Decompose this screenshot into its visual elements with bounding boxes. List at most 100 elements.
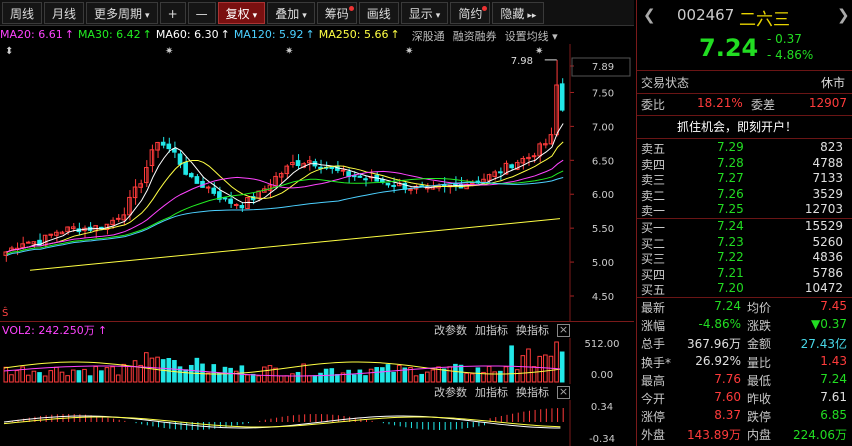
volume-bar (31, 370, 37, 383)
asks-row[interactable]: 卖三 7.27 7133 (637, 171, 852, 187)
bids-row[interactable]: 买二 7.23 5260 (637, 235, 852, 251)
event-marker-icon[interactable]: ⬍ (5, 46, 13, 57)
toolbar-item-5[interactable]: 复权 ▾ (217, 1, 266, 24)
toolbar-item-4[interactable]: — (187, 1, 216, 24)
candle[interactable] (25, 240, 31, 244)
ma-link-2[interactable]: 设置均线 ▾ (505, 28, 558, 44)
event-marker-icon[interactable]: ✷ (285, 46, 293, 57)
change-indicator-button[interactable]: 换指标 (516, 322, 549, 338)
close-icon[interactable]: × (557, 385, 570, 399)
candle[interactable] (262, 185, 267, 193)
bids-row[interactable]: 买三 7.22 4836 (637, 250, 852, 266)
candle[interactable] (160, 136, 166, 149)
candle[interactable] (402, 182, 408, 194)
candle[interactable] (245, 197, 250, 210)
candle[interactable] (149, 144, 155, 173)
candle[interactable] (172, 141, 177, 158)
event-marker-icon[interactable]: ✷ (405, 46, 413, 57)
candle[interactable] (385, 182, 391, 188)
chevron-left-icon[interactable]: ❮ (643, 6, 656, 24)
toolbar-item-6[interactable]: 叠加 ▾ (267, 1, 315, 24)
candle[interactable] (87, 222, 93, 233)
add-indicator-button[interactable]: 加指标 (475, 322, 508, 338)
candle[interactable] (233, 203, 239, 209)
candle[interactable] (498, 167, 503, 181)
toolbar-item-7[interactable]: 筹码 (316, 1, 357, 24)
macd-chart[interactable]: 0.34 -0.34 (0, 400, 634, 446)
candle[interactable] (537, 141, 543, 163)
candle[interactable] (340, 165, 346, 176)
toolbar-item-11[interactable]: 隐藏 ▸▸ (492, 1, 545, 24)
toolbar-item-1[interactable]: 月线 (44, 1, 85, 24)
candle[interactable] (48, 233, 54, 239)
candle[interactable] (144, 160, 149, 188)
asks-row[interactable]: 卖四 7.28 4788 (637, 156, 852, 172)
volume-bar (54, 366, 59, 383)
candle[interactable] (239, 202, 245, 212)
toolbar-item-10[interactable]: 简约 (450, 1, 491, 24)
candle[interactable] (82, 225, 87, 239)
toolbar-item-2[interactable]: 更多周期 ▾ (86, 1, 158, 24)
candle[interactable] (548, 127, 554, 145)
bids-row[interactable]: 买一 7.24 15529 (637, 219, 852, 235)
volume-bar (335, 374, 340, 383)
edit-params-button[interactable]: 改参数 (434, 322, 467, 338)
toolbar-item-label: 简约 (458, 6, 483, 21)
candle[interactable] (3, 250, 9, 262)
candle[interactable] (155, 141, 160, 158)
candle[interactable] (413, 184, 419, 194)
promo-banner[interactable]: 抓住机会，即刻开户！ (637, 118, 852, 136)
toolbar-item-label: 隐藏 (500, 6, 525, 21)
add-indicator-button-2[interactable]: 加指标 (475, 384, 508, 400)
edit-params-button-2[interactable]: 改参数 (434, 384, 467, 400)
ma-link-0[interactable]: 深股通 (412, 28, 445, 44)
candle[interactable] (54, 229, 59, 242)
candle[interactable] (200, 177, 205, 188)
candlestick-chart[interactable]: 7.89 7.50 7.00 6.50 6.00 5.50 5.00 4.50 ⬍ ✷ ✷ ✷ ✷ Ŝ 7.… (0, 44, 634, 321)
chevron-right-icon[interactable]: ❯ (837, 6, 850, 24)
candle[interactable] (290, 154, 295, 168)
candle[interactable] (194, 174, 200, 184)
candle[interactable] (295, 154, 301, 169)
candle[interactable] (278, 171, 284, 184)
candle[interactable] (481, 173, 486, 183)
candle[interactable] (115, 214, 121, 223)
ma-link-1[interactable]: 融资融券 (453, 28, 497, 44)
asks-row[interactable]: 卖一 7.25 12703 (637, 202, 852, 218)
asks-row[interactable]: 卖五 7.29 823 (637, 140, 852, 156)
candle[interactable] (183, 156, 188, 176)
close-icon[interactable]: × (557, 323, 570, 337)
toolbar-item-3[interactable]: + (159, 1, 186, 24)
candle[interactable] (374, 171, 380, 182)
candle[interactable] (329, 166, 335, 174)
candle[interactable] (363, 175, 368, 187)
volume-bar (413, 375, 419, 383)
candle[interactable] (59, 230, 65, 235)
volume-bar (559, 351, 565, 383)
toolbar-item-0[interactable]: 周线 (2, 1, 43, 24)
candle[interactable] (559, 78, 565, 112)
candle[interactable] (205, 185, 211, 194)
candle[interactable] (132, 179, 138, 205)
candle[interactable] (228, 191, 233, 208)
toolbar-item-9[interactable]: 显示 ▾ (400, 1, 449, 24)
toolbar-item-8[interactable]: 画线 (358, 1, 399, 24)
change-indicator-button-2[interactable]: 换指标 (516, 384, 549, 400)
volume-chart[interactable]: 512.00 0.00 (0, 338, 634, 384)
candle[interactable] (188, 172, 194, 179)
candle[interactable] (76, 222, 82, 236)
event-marker-icon[interactable]: ✷ (535, 46, 543, 57)
event-marker-icon[interactable]: ✷ (165, 46, 173, 57)
asks-row[interactable]: 卖二 7.26 3529 (637, 187, 852, 203)
candle[interactable] (554, 59, 559, 137)
bids-row[interactable]: 买四 7.21 5786 (637, 266, 852, 282)
bids-row[interactable]: 买五 7.20 10472 (637, 281, 852, 297)
candle[interactable] (318, 159, 323, 174)
candle[interactable] (380, 176, 385, 185)
candle[interactable] (543, 138, 548, 149)
candle[interactable] (284, 164, 290, 179)
candle[interactable] (526, 153, 531, 166)
candle[interactable] (520, 155, 526, 170)
candle[interactable] (368, 169, 374, 182)
candle[interactable] (138, 179, 144, 194)
